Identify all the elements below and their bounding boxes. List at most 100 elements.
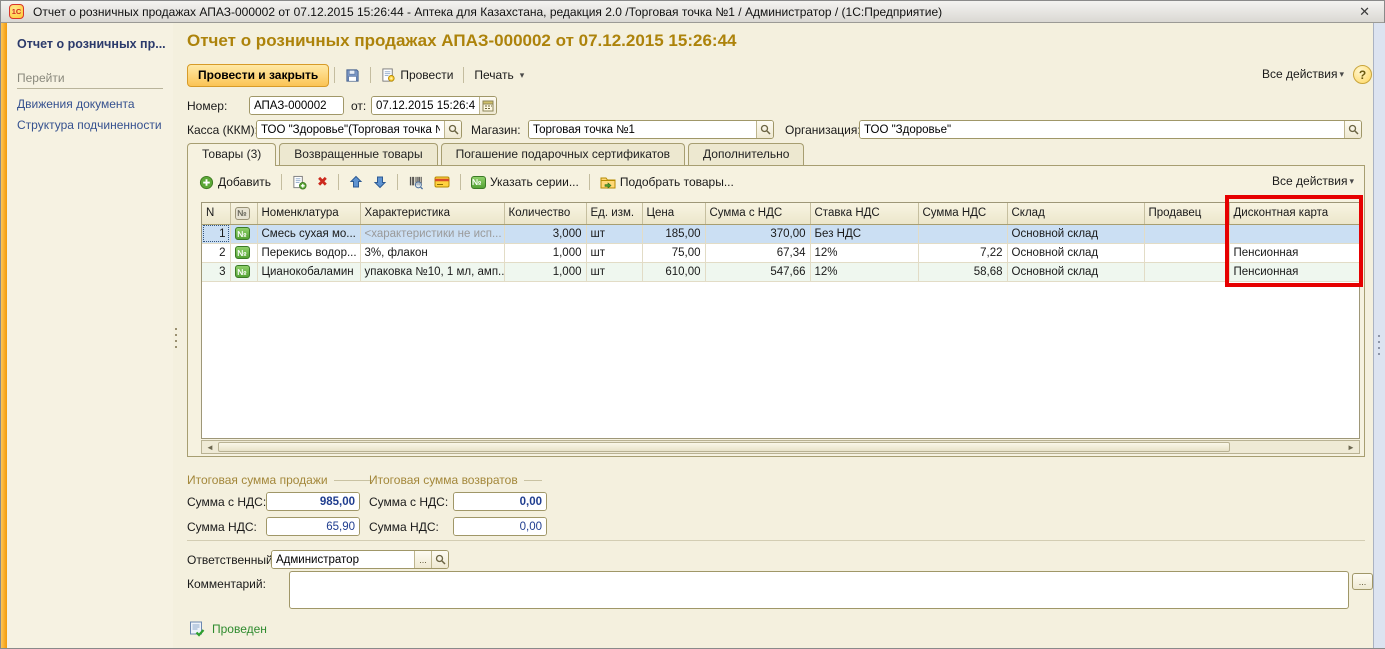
- column-header-7[interactable]: Сумма с НДС: [705, 203, 810, 224]
- cell-warehouse[interactable]: Основной склад: [1007, 262, 1144, 281]
- row-number-badge-icon[interactable]: №: [230, 243, 257, 262]
- cell-price[interactable]: 610,00: [642, 262, 705, 281]
- lookup-magnifier-icon[interactable]: [431, 551, 448, 568]
- cell-vat_rate[interactable]: Без НДС: [810, 224, 918, 243]
- cell-vat_rate[interactable]: 12%: [810, 262, 918, 281]
- date-input[interactable]: [372, 97, 479, 114]
- lookup-magnifier-icon[interactable]: [756, 121, 773, 138]
- column-header-2[interactable]: Номенклатура: [257, 203, 360, 224]
- tab-goods[interactable]: Товары (3): [187, 143, 276, 166]
- row-number-badge-icon[interactable]: №: [230, 224, 257, 243]
- column-header-9[interactable]: Сумма НДС: [918, 203, 1007, 224]
- row-number-badge-icon[interactable]: №: [230, 262, 257, 281]
- comment-input[interactable]: [289, 571, 1349, 609]
- column-header-8[interactable]: Ставка НДС: [810, 203, 918, 224]
- help-button[interactable]: ?: [1353, 65, 1372, 84]
- lookup-magnifier-icon[interactable]: [444, 121, 461, 138]
- cell-sum_vat[interactable]: 547,66: [705, 262, 810, 281]
- cell-nomenclature[interactable]: Перекись водор...: [257, 243, 360, 262]
- sales-sum-with-vat-field[interactable]: [266, 492, 360, 511]
- column-header-4[interactable]: Количество: [504, 203, 586, 224]
- column-header-3[interactable]: Характеристика: [360, 203, 504, 224]
- organization-input[interactable]: [860, 121, 1344, 138]
- comment-ellipsis-button[interactable]: ...: [1352, 573, 1373, 590]
- scrollbar-thumb[interactable]: [218, 442, 1230, 452]
- tab-gift-certificates[interactable]: Погашение подарочных сертификатов: [441, 143, 685, 165]
- table-row[interactable]: 1№Смесь сухая мо...<характеристики не ис…: [202, 224, 1359, 243]
- move-down-button[interactable]: [368, 172, 392, 192]
- move-up-button[interactable]: [344, 172, 368, 192]
- sales-vat-sum-field[interactable]: [266, 517, 360, 536]
- column-header-0[interactable]: N: [202, 203, 230, 224]
- cell-characteristic[interactable]: <характеристики не исп...: [360, 224, 504, 243]
- cell-vat_rate[interactable]: 12%: [810, 243, 918, 262]
- cell-warehouse[interactable]: Основной склад: [1007, 243, 1144, 262]
- number-field[interactable]: [249, 96, 344, 115]
- cell-seller[interactable]: [1144, 224, 1229, 243]
- returns-vat-sum-input[interactable]: [454, 518, 546, 535]
- cell-unit[interactable]: шт: [586, 224, 642, 243]
- cell-discount_card[interactable]: Пенсионная: [1229, 262, 1359, 281]
- cell-qty[interactable]: 1,000: [504, 262, 586, 281]
- cell-unit[interactable]: шт: [586, 243, 642, 262]
- cell-sum_vat[interactable]: 370,00: [705, 224, 810, 243]
- cell-discount_card[interactable]: [1229, 224, 1359, 243]
- cell-characteristic[interactable]: 3%, флакон: [360, 243, 504, 262]
- column-header-10[interactable]: Склад: [1007, 203, 1144, 224]
- post-and-close-button[interactable]: Провести и закрыть: [187, 64, 329, 87]
- cash-register-field[interactable]: [256, 120, 462, 139]
- delete-row-button[interactable]: ✖: [312, 171, 333, 193]
- column-header-12[interactable]: Дисконтная карта: [1229, 203, 1359, 224]
- returns-vat-sum-field[interactable]: [453, 517, 547, 536]
- sidebar-link-subordination-structure[interactable]: Структура подчиненности: [17, 118, 167, 132]
- specify-series-button[interactable]: № Указать серии...: [466, 172, 584, 192]
- cell-unit[interactable]: шт: [586, 262, 642, 281]
- pick-goods-button[interactable]: Подобрать товары...: [595, 172, 739, 192]
- tab-additional[interactable]: Дополнительно: [688, 143, 804, 165]
- column-header-1[interactable]: №: [230, 203, 257, 224]
- cell-qty[interactable]: 1,000: [504, 243, 586, 262]
- cell-sum_vat[interactable]: 67,34: [705, 243, 810, 262]
- returns-sum-with-vat-field[interactable]: [453, 492, 547, 511]
- cell-n[interactable]: 1: [202, 224, 230, 243]
- date-field[interactable]: [371, 96, 497, 115]
- returns-sum-with-vat-input[interactable]: [454, 493, 546, 510]
- save-button[interactable]: [340, 65, 365, 86]
- horizontal-scrollbar[interactable]: ◄ ►: [201, 440, 1360, 454]
- cell-warehouse[interactable]: Основной склад: [1007, 224, 1144, 243]
- scroll-left-icon[interactable]: ◄: [202, 441, 218, 453]
- cell-nomenclature[interactable]: Цианокобаламин: [257, 262, 360, 281]
- responsible-input[interactable]: [272, 551, 414, 568]
- shop-input[interactable]: [529, 121, 756, 138]
- cell-n[interactable]: 2: [202, 243, 230, 262]
- organization-field[interactable]: [859, 120, 1362, 139]
- table-row[interactable]: 3№Цианокобаламинупаковка №10, 1 мл, амп.…: [202, 262, 1359, 281]
- discount-card-button[interactable]: [429, 172, 455, 192]
- column-header-6[interactable]: Цена: [642, 203, 705, 224]
- cell-n[interactable]: 3: [202, 262, 230, 281]
- column-header-11[interactable]: Продавец: [1144, 203, 1229, 224]
- grid-all-actions-button[interactable]: Все действия ▾: [1272, 174, 1354, 188]
- sidebar-link-document-movements[interactable]: Движения документа: [17, 97, 167, 111]
- cell-price[interactable]: 185,00: [642, 224, 705, 243]
- cell-price[interactable]: 75,00: [642, 243, 705, 262]
- cell-characteristic[interactable]: упаковка №10, 1 мл, амп...: [360, 262, 504, 281]
- add-row-button[interactable]: Добавить: [194, 172, 276, 193]
- cell-discount_card[interactable]: Пенсионная: [1229, 243, 1359, 262]
- form-all-actions-button[interactable]: Все действия ▾: [1262, 67, 1344, 81]
- tab-returned-goods[interactable]: Возвращенные товары: [279, 143, 437, 165]
- ellipsis-button[interactable]: ...: [414, 551, 431, 568]
- cell-vat_sum[interactable]: 58,68: [918, 262, 1007, 281]
- calendar-icon[interactable]: [479, 97, 496, 114]
- copy-row-button[interactable]: [287, 172, 312, 193]
- cell-seller[interactable]: [1144, 243, 1229, 262]
- column-header-5[interactable]: Ед. изм.: [586, 203, 642, 224]
- cell-vat_sum[interactable]: 7,22: [918, 243, 1007, 262]
- sales-vat-sum-input[interactable]: [267, 518, 359, 535]
- shop-field[interactable]: [528, 120, 774, 139]
- table-row[interactable]: 2№Перекись водор...3%, флакон1,000шт75,0…: [202, 243, 1359, 262]
- scroll-right-icon[interactable]: ►: [1343, 441, 1359, 453]
- lookup-magnifier-icon[interactable]: [1344, 121, 1361, 138]
- cell-vat_sum[interactable]: [918, 224, 1007, 243]
- post-button[interactable]: Провести: [376, 65, 458, 86]
